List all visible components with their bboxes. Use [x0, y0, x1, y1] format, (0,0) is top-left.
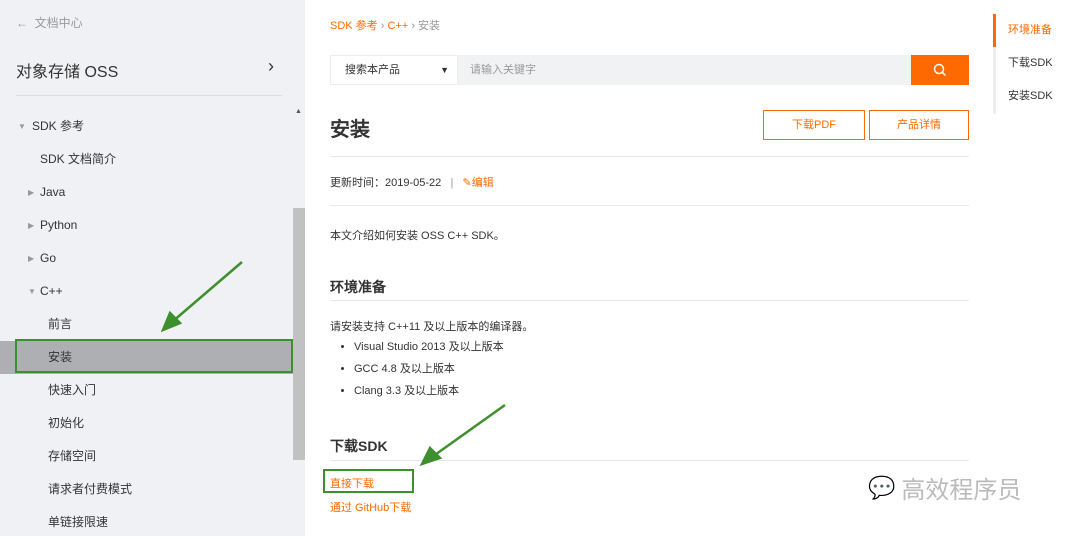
arrow-head-icon — [160, 310, 183, 333]
watermark: 💬 高效程序员 — [868, 470, 1021, 505]
annotation-arrow — [171, 261, 243, 323]
wechat-icon: 💬 — [868, 474, 896, 500]
toc-item[interactable]: 安装SDK — [996, 80, 1053, 113]
annotation-arrow — [431, 403, 506, 459]
table-of-contents: 环境准备 下载SDK 安装SDK — [993, 14, 1053, 114]
arrow-head-icon — [419, 445, 443, 467]
watermark-text: 高效程序员 — [901, 477, 1022, 504]
toc-item[interactable]: 下载SDK — [996, 47, 1053, 80]
toc-item[interactable]: 环境准备 — [993, 14, 1053, 47]
annotation-arrows — [160, 261, 506, 467]
